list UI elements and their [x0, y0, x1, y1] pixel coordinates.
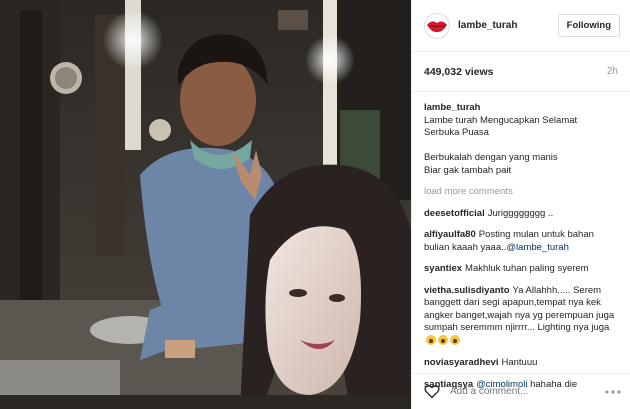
comment-text: Hantuuu [501, 357, 538, 368]
post-header: lambe_turah Following [412, 0, 630, 52]
post-author-username[interactable]: lambe_turah [458, 20, 558, 31]
comment-item: noviasyaradhevi Hantuuu [424, 357, 618, 370]
post-video[interactable] [0, 0, 411, 409]
video-frame-image [0, 0, 411, 409]
comment-username[interactable]: alfiyaulfa80 [424, 229, 476, 240]
comment-text: Makhluk tuhan paling syerem [465, 263, 589, 274]
scream-emoji-icon [438, 334, 448, 345]
post-side-panel: lambe_turah Following 449,032 views 2h l… [411, 0, 630, 409]
heart-icon[interactable] [424, 384, 440, 399]
comment-username[interactable]: syantiex [424, 263, 462, 274]
post-stats: 449,032 views 2h [412, 52, 630, 92]
following-button[interactable]: Following [557, 14, 620, 37]
post-caption: lambe_turah Lambe turah Mengucapkan Sela… [424, 102, 618, 177]
instagram-post: lambe_turah Following 449,032 views 2h l… [0, 0, 630, 409]
caption-line: Serbuka Puasa [424, 127, 489, 138]
comment-footer [412, 373, 630, 409]
caption-line: Biar gak tambah pait [424, 164, 512, 176]
load-more-comments-link[interactable]: load more comments [424, 186, 618, 199]
comment-item: vietha.sulisdiyanto Ya Allahhh..... Serem… [424, 285, 618, 349]
comment-username[interactable]: vietha.sulisdiyanto [424, 285, 510, 296]
comment-list: lambe_turah Lambe turah Mengucapkan Sela… [412, 92, 630, 391]
caption-line: Berbukalah dengan yang manis [424, 152, 558, 163]
scream-emoji-icon [450, 334, 460, 345]
comment-username[interactable]: deesetofficial [424, 208, 485, 219]
caption-line: Lambe turah Mengucapkan Selamat [424, 114, 578, 126]
post-timestamp[interactable]: 2h [607, 66, 618, 77]
more-dots-icon[interactable] [605, 389, 621, 394]
comment-mention[interactable]: @lambe_turah [506, 242, 568, 253]
lips-icon[interactable] [424, 12, 450, 39]
comment-item: syantiex Makhluk tuhan paling syerem [424, 263, 618, 276]
view-count: 449,032 views [424, 65, 494, 78]
scream-emoji-icon [426, 334, 436, 345]
comment-item: alfiyaulfa80 Posting mulan untuk bahan bu… [424, 229, 618, 254]
caption-username[interactable]: lambe_turah [424, 102, 618, 115]
comment-text: Jurigggggggg .. [487, 207, 554, 219]
comment-username[interactable]: noviasyaradhevi [424, 357, 498, 368]
comment-item: deesetofficial Jurigggggggg .. [424, 208, 618, 221]
add-comment-input[interactable] [450, 386, 605, 397]
